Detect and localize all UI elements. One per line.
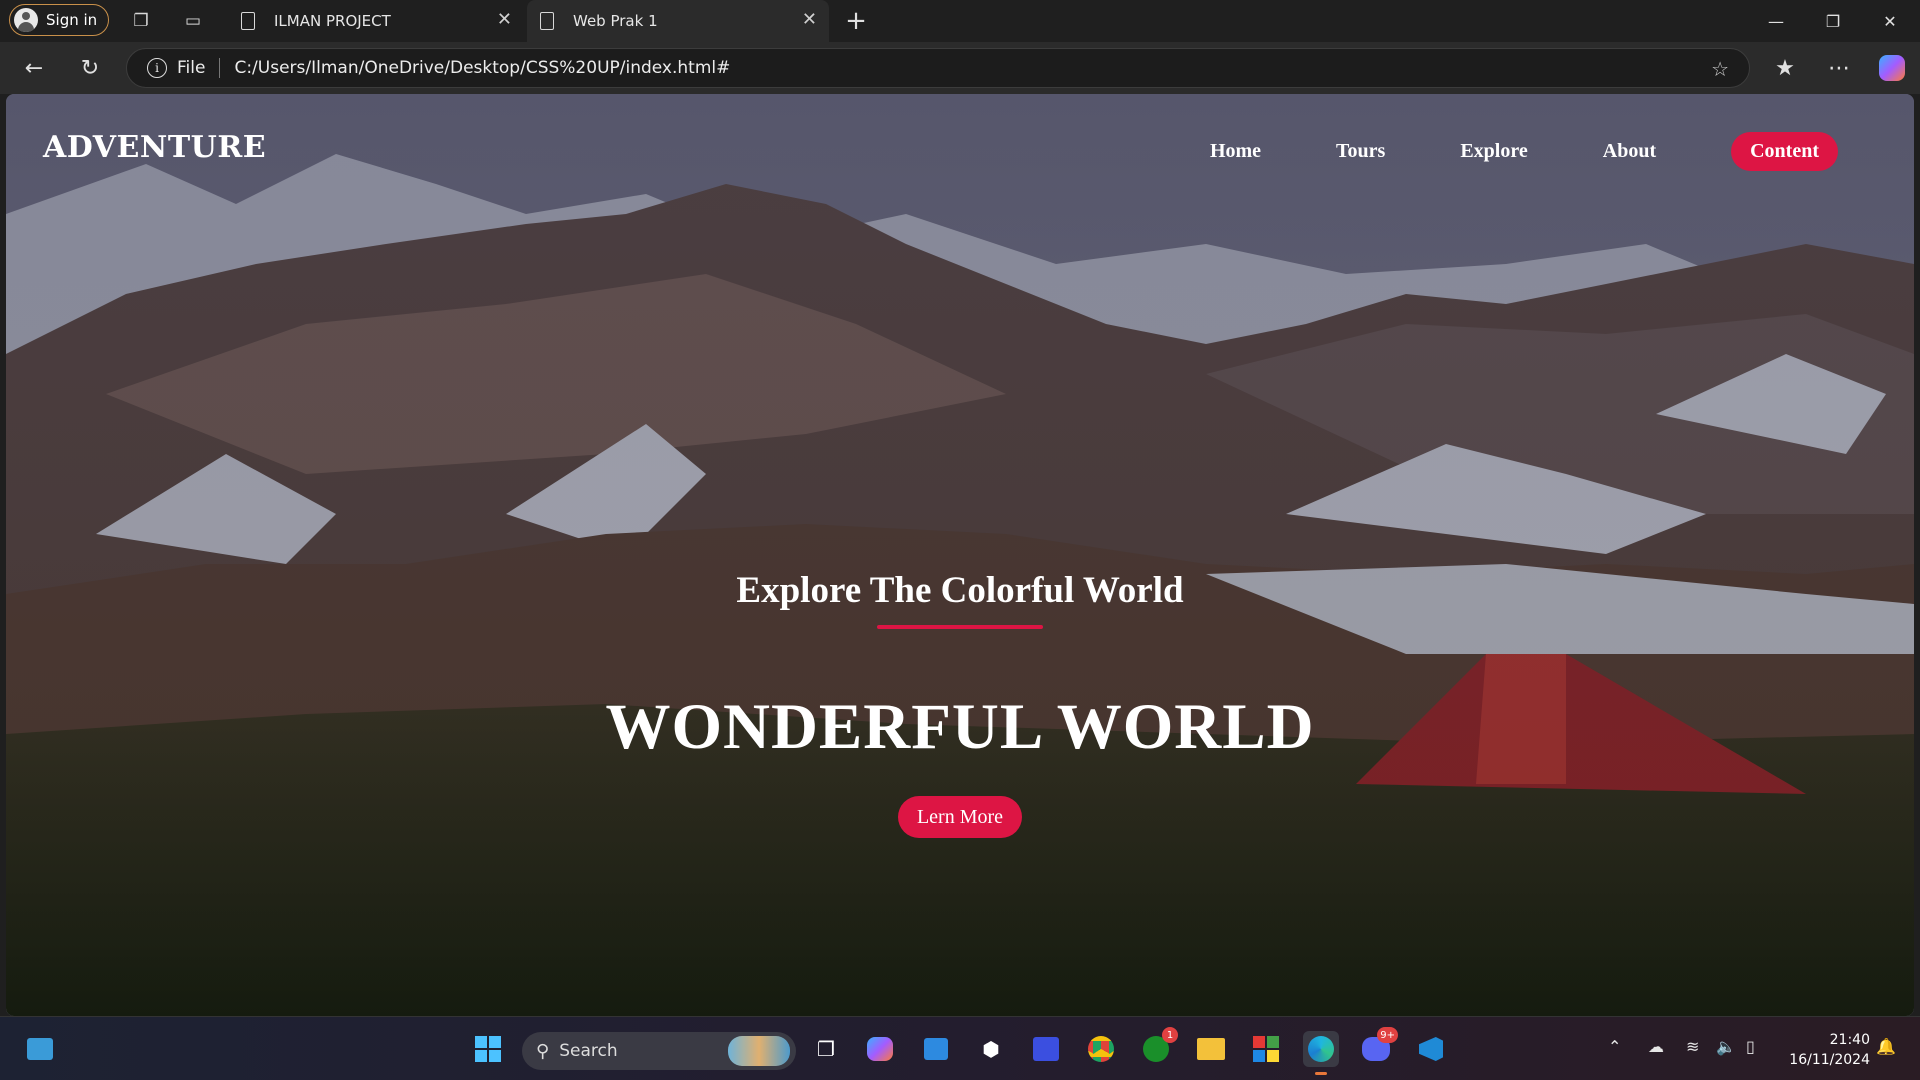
nav-about[interactable]: About	[1603, 140, 1656, 163]
notification-bell-icon[interactable]: 🔔	[1876, 1037, 1896, 1056]
sign-in-button[interactable]: Sign in	[9, 4, 109, 36]
hero-subtitle: Explore The Colorful World	[736, 570, 1184, 611]
more-options-icon[interactable]: ⋯	[1825, 54, 1853, 82]
battery-icon[interactable]: ▯	[1746, 1037, 1755, 1056]
tab-title: Web Prak 1	[573, 12, 658, 30]
address-bar[interactable]: i File C:/Users/Ilman/OneDrive/Desktop/C…	[126, 48, 1750, 88]
copilot-app-icon[interactable]	[862, 1031, 898, 1067]
copilot-icon[interactable]	[1879, 55, 1905, 81]
minimize-icon[interactable]: —	[1761, 8, 1791, 34]
xbox-badge: 1	[1162, 1027, 1178, 1043]
chrome-icon[interactable]	[1083, 1031, 1119, 1067]
refresh-icon[interactable]: ↻	[76, 54, 104, 82]
clock-date: 16/11/2024	[1789, 1052, 1870, 1068]
wifi-icon[interactable]: ≋	[1686, 1037, 1699, 1056]
browser-toolbar: ← ↻ i File C:/Users/Ilman/OneDrive/Deskt…	[0, 42, 1920, 94]
xbox-icon[interactable]: 1	[1138, 1027, 1178, 1067]
app-hexagon-icon[interactable]: ⬢	[973, 1031, 1009, 1067]
tab-ilman-project[interactable]: ILMAN PROJECT ✕	[228, 0, 524, 42]
learn-more-button[interactable]: Lern More	[898, 796, 1022, 838]
nav-content-button[interactable]: Content	[1731, 132, 1838, 171]
back-icon[interactable]: ←	[20, 54, 48, 82]
document-icon	[241, 12, 255, 30]
favorites-icon[interactable]: ★	[1771, 54, 1799, 82]
app-m-icon[interactable]	[1028, 1031, 1064, 1067]
document-icon	[540, 12, 554, 30]
nav-explore[interactable]: Explore	[1460, 140, 1527, 163]
browser-titlebar: Sign in ❐ ▭ ILMAN PROJECT ✕ Web Prak 1 ✕…	[0, 0, 1920, 42]
edge-icon[interactable]	[1303, 1031, 1339, 1075]
vscode-icon[interactable]	[1413, 1031, 1449, 1067]
site-logo[interactable]: ADVENTURE	[43, 130, 266, 165]
info-icon[interactable]: i	[147, 58, 167, 78]
address-separator	[219, 58, 221, 78]
nav-home[interactable]: Home	[1210, 140, 1261, 163]
taskbar-search[interactable]: ⚲ Search	[522, 1032, 796, 1070]
discord-icon[interactable]: 9+	[1358, 1027, 1398, 1067]
close-tab-icon[interactable]: ✕	[802, 9, 817, 30]
file-explorer-icon[interactable]	[1193, 1031, 1229, 1067]
site-nav: Home Tours Explore About Content	[1135, 132, 1838, 171]
tab-actions-icon[interactable]: ▭	[181, 9, 205, 33]
favorite-star-icon[interactable]: ☆	[1711, 57, 1729, 81]
clock-time: 21:40	[1829, 1032, 1870, 1048]
workspaces-icon[interactable]: ❐	[129, 9, 153, 33]
tab-title: ILMAN PROJECT	[274, 12, 391, 30]
app-colorful-icon[interactable]	[1248, 1031, 1284, 1067]
task-view-icon[interactable]: ❐	[808, 1031, 844, 1067]
microsoft-store-icon[interactable]	[918, 1031, 954, 1067]
discord-badge: 9+	[1377, 1027, 1398, 1043]
tab-web-prak-1[interactable]: Web Prak 1 ✕	[527, 0, 829, 42]
close-window-icon[interactable]: ✕	[1875, 8, 1905, 34]
start-icon[interactable]	[470, 1031, 506, 1067]
restore-icon[interactable]: ❐	[1818, 8, 1848, 34]
new-tab-button[interactable]: +	[841, 6, 871, 36]
close-tab-icon[interactable]: ✕	[497, 9, 512, 30]
sign-in-label: Sign in	[46, 11, 98, 29]
background-overlay	[6, 94, 1914, 1016]
widgets-icon[interactable]	[22, 1031, 58, 1067]
webpage-viewport: ADVENTURE Home Tours Explore About Conte…	[6, 94, 1914, 1016]
url-text[interactable]: C:/Users/Ilman/OneDrive/Desktop/CSS%20UP…	[234, 58, 730, 78]
search-label: Search	[559, 1041, 618, 1061]
active-app-indicator	[1315, 1072, 1327, 1075]
profile-avatar-icon	[14, 8, 38, 32]
system-clock[interactable]: 21:40 16/11/2024	[1789, 1030, 1870, 1070]
windows-taskbar: ⚲ Search ❐ ⬢ 1 9+ ⌃ ☁ ≋ 🔈 ▯ 21:40 16/11/…	[0, 1016, 1920, 1080]
show-hidden-icons-chevron-icon[interactable]: ⌃	[1608, 1037, 1621, 1056]
volume-icon[interactable]: 🔈	[1716, 1037, 1736, 1056]
onedrive-icon[interactable]: ☁	[1648, 1037, 1664, 1056]
hero-underline	[877, 625, 1043, 629]
hero-title: WONDERFUL WORLD	[605, 691, 1315, 763]
search-icon: ⚲	[536, 1040, 550, 1062]
url-scheme: File	[177, 58, 206, 78]
nav-tours[interactable]: Tours	[1336, 140, 1385, 163]
search-highlight-image	[728, 1036, 790, 1066]
